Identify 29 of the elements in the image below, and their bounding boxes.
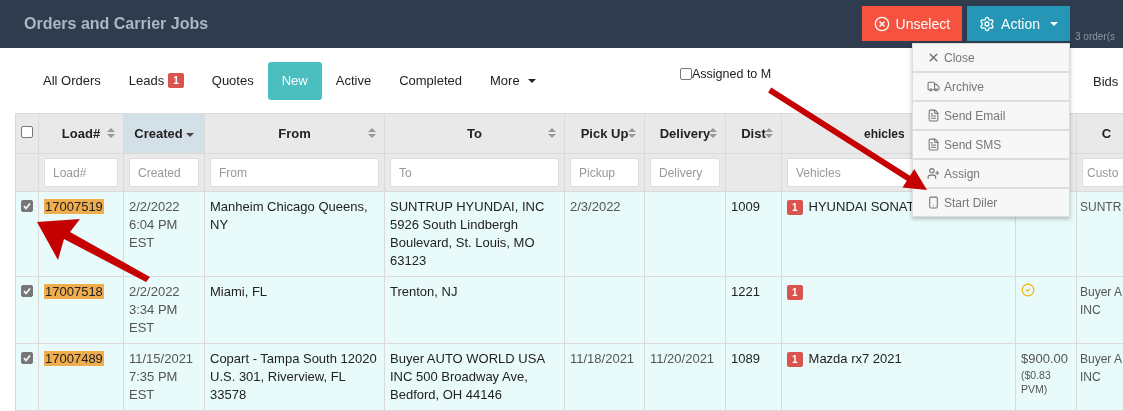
distance: 1089 (731, 351, 760, 366)
distance: 1221 (731, 284, 760, 299)
page-title: Orders and Carrier Jobs (24, 15, 210, 33)
pickup-date: 11/18/2021 (570, 351, 635, 366)
count-badge: 1 (168, 73, 184, 88)
pickup-date: 2/3/2022 (570, 199, 621, 214)
customer-name: Buyer A INC (1080, 284, 1123, 319)
vehicle-count-badge: 1 (787, 352, 803, 367)
vehicle-count-badge: 1 (787, 200, 803, 215)
distance: 1009 (731, 199, 760, 214)
to-address: Trenton, NJ (390, 284, 458, 299)
delivery-date: 11/20/2021 (650, 351, 715, 366)
from-address: Manheim Chicago Queens, NY (210, 199, 368, 232)
customer-name: Buyer A INC (1080, 351, 1123, 386)
from-address: Miami, FL (210, 284, 268, 299)
vehicle-count-badge: 1 (787, 285, 803, 300)
vehicle-name: HYUNDAI SONAT (808, 199, 915, 214)
created-date: 2/2/2022 3:34 PM EST (129, 284, 180, 335)
created-date: 2/2/2022 6:04 PM EST (129, 199, 180, 250)
to-address: SUNTRUP HYUNDAI, INC 5926 South Lindbergh Boulevard, St. Louis, MO 63123 (390, 199, 545, 268)
checkbox-label: Assigned to M (692, 67, 772, 81)
customer-name: SUNTR (1080, 199, 1123, 216)
from-address: Copart - Tampa South 12020 U.S. 301, Riverview, FL 33578 (210, 351, 377, 402)
to-address: Buyer AUTO WORLD USA INC 500 Broadway Ave, Bedford, OH 44146 (390, 351, 545, 402)
created-date: 11/15/2021 7:35 PM EST (129, 351, 194, 402)
price: $900.00 (1021, 351, 1068, 366)
order-count: 3 order(s (1075, 31, 1116, 42)
price-per-mile: ($0.83 PVM) (1021, 368, 1052, 396)
vehicle-name: Mazda rx7 2021 (808, 351, 902, 366)
